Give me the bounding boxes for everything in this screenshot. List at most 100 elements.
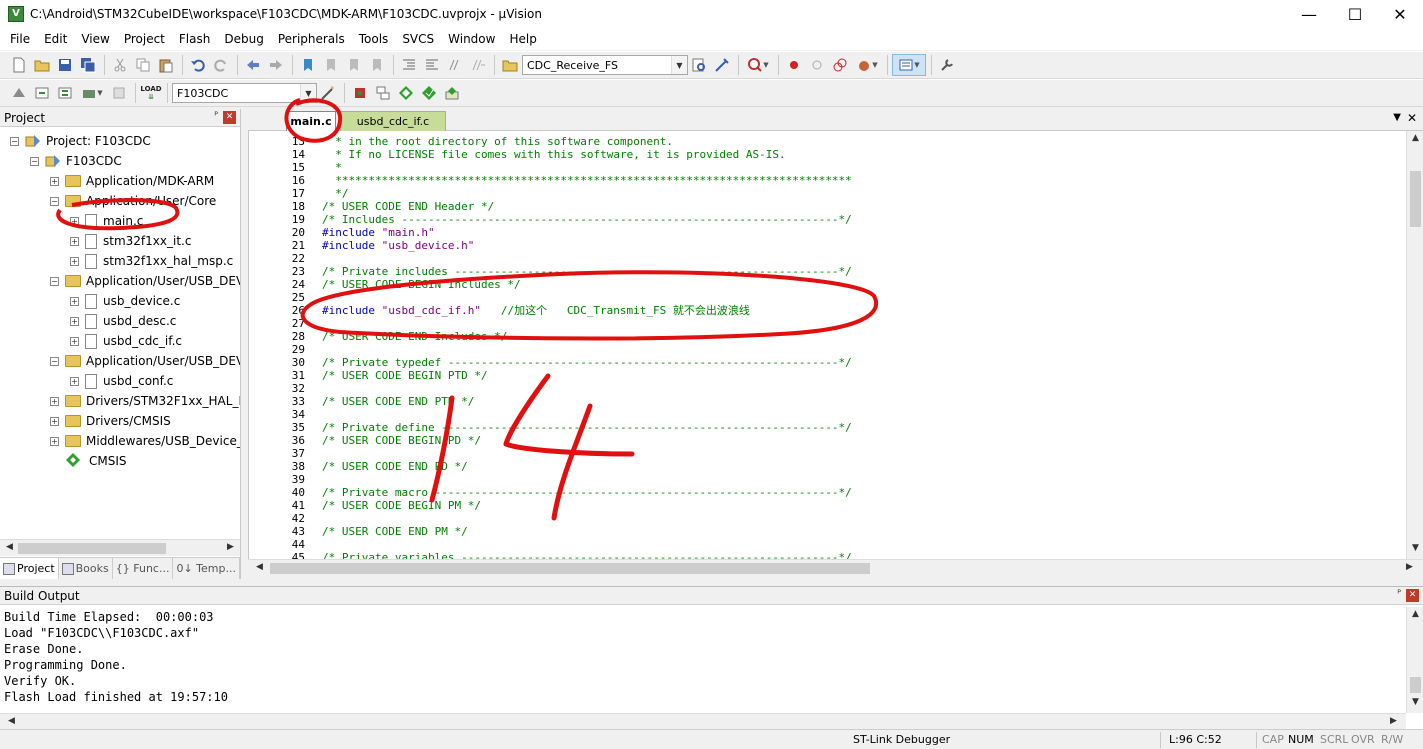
tree-item[interactable]: + Drivers/STM32F1xx_HAL_Driver bbox=[50, 391, 240, 411]
close-icon[interactable]: ✕ bbox=[223, 111, 236, 124]
close-icon[interactable]: ✕ bbox=[1406, 589, 1419, 602]
minimize-button[interactable]: — bbox=[1286, 0, 1332, 28]
save-all-icon[interactable] bbox=[77, 54, 99, 76]
indent-icon[interactable] bbox=[398, 54, 420, 76]
rebuild-icon[interactable] bbox=[54, 82, 76, 104]
build-vertical-scrollbar[interactable]: ▲ ▼ bbox=[1406, 607, 1423, 713]
breakpoint-icon[interactable] bbox=[783, 54, 805, 76]
build-icon[interactable] bbox=[31, 82, 53, 104]
paste-icon[interactable] bbox=[155, 54, 177, 76]
redo-icon[interactable] bbox=[210, 54, 232, 76]
expand-icon[interactable]: + bbox=[50, 396, 59, 406]
scroll-up-icon[interactable]: ▲ bbox=[1408, 133, 1423, 143]
scroll-up-icon[interactable]: ▲ bbox=[1408, 609, 1423, 619]
expand-icon[interactable]: + bbox=[50, 176, 59, 186]
tree-item[interactable]: + stm32f1xx_it.c bbox=[70, 231, 191, 251]
collapse-icon[interactable]: − bbox=[10, 136, 19, 146]
collapse-icon[interactable]: − bbox=[50, 356, 59, 366]
tree-item[interactable]: + main.c bbox=[70, 211, 143, 231]
tree-item[interactable]: + usbd_conf.c bbox=[70, 371, 173, 391]
find-icon[interactable] bbox=[688, 54, 710, 76]
scroll-thumb[interactable] bbox=[1410, 171, 1421, 227]
editor-horizontal-scrollbar[interactable]: ◀ ▶ bbox=[248, 559, 1423, 576]
find-combo[interactable]: CDC_Receive_FS ▼ bbox=[522, 55, 688, 75]
menu-project[interactable]: Project bbox=[117, 28, 172, 50]
scroll-thumb[interactable] bbox=[18, 543, 166, 554]
menu-flash[interactable]: Flash bbox=[172, 28, 217, 50]
stop-build-icon[interactable] bbox=[108, 82, 130, 104]
menu-edit[interactable]: Edit bbox=[37, 28, 74, 50]
tree-item[interactable]: − Application/User/Core bbox=[50, 191, 216, 211]
tree-item[interactable]: CMSIS bbox=[50, 451, 127, 471]
expand-icon[interactable]: + bbox=[70, 256, 79, 266]
expand-icon[interactable]: + bbox=[50, 436, 59, 446]
find-in-files-icon[interactable] bbox=[499, 54, 521, 76]
tab-main-c[interactable]: main.c bbox=[286, 111, 336, 131]
pin-icon[interactable]: ᴾ bbox=[1397, 589, 1401, 600]
editor-vertical-scrollbar[interactable]: ▲ ▼ bbox=[1406, 131, 1423, 559]
tab-usbd-cdc-if-c[interactable]: usbd_cdc_if.c bbox=[340, 111, 446, 131]
menu-help[interactable]: Help bbox=[502, 28, 543, 50]
disable-all-breakpoints-icon[interactable] bbox=[829, 54, 851, 76]
manage-project-items-icon[interactable] bbox=[349, 82, 371, 104]
tree-item[interactable]: − F103CDC bbox=[30, 151, 122, 171]
build-horizontal-scrollbar[interactable]: ◀ ▶ bbox=[0, 713, 1406, 730]
window-layout-icon[interactable]: ▼ bbox=[892, 54, 926, 76]
kill-breakpoints-icon[interactable]: ▼ bbox=[852, 54, 882, 76]
tab-list-chevron-icon[interactable]: ▼ bbox=[1393, 112, 1401, 123]
navigate-back-icon[interactable] bbox=[242, 54, 264, 76]
new-file-icon[interactable] bbox=[8, 54, 30, 76]
tree-item[interactable]: + usbd_cdc_if.c bbox=[70, 331, 182, 351]
debug-session-icon[interactable]: ▼ bbox=[743, 54, 773, 76]
comment-icon[interactable] bbox=[444, 54, 466, 76]
close-editor-icon[interactable]: ✕ bbox=[1407, 111, 1417, 125]
copy-icon[interactable] bbox=[132, 54, 154, 76]
tab-books[interactable]: Books bbox=[59, 558, 113, 579]
expand-icon[interactable]: + bbox=[70, 216, 79, 226]
menu-view[interactable]: View bbox=[74, 28, 116, 50]
scroll-right-icon[interactable]: ▶ bbox=[1386, 716, 1401, 726]
scroll-down-icon[interactable]: ▼ bbox=[1408, 697, 1423, 707]
disable-breakpoint-icon[interactable] bbox=[806, 54, 828, 76]
expand-icon[interactable]: + bbox=[70, 296, 79, 306]
save-icon[interactable] bbox=[54, 54, 76, 76]
tab-functions[interactable]: {} Func... bbox=[113, 558, 174, 579]
scroll-down-icon[interactable]: ▼ bbox=[1408, 543, 1423, 553]
collapse-icon[interactable]: − bbox=[30, 156, 39, 166]
incremental-find-icon[interactable] bbox=[711, 54, 733, 76]
expand-icon[interactable]: + bbox=[70, 316, 79, 326]
tree-item[interactable]: + usb_device.c bbox=[70, 291, 180, 311]
prev-bookmark-icon[interactable] bbox=[320, 54, 342, 76]
tree-item[interactable]: + Application/MDK-ARM bbox=[50, 171, 214, 191]
menu-debug[interactable]: Debug bbox=[217, 28, 270, 50]
expand-icon[interactable]: + bbox=[70, 236, 79, 246]
scroll-right-icon[interactable]: ▶ bbox=[223, 542, 238, 552]
menu-peripherals[interactable]: Peripherals bbox=[271, 28, 352, 50]
horizontal-scrollbar[interactable]: ◀ ▶ bbox=[0, 539, 240, 556]
collapse-icon[interactable]: − bbox=[50, 276, 59, 286]
scroll-left-icon[interactable]: ◀ bbox=[252, 562, 267, 572]
translate-icon[interactable] bbox=[8, 82, 30, 104]
download-load-icon[interactable]: LOAD ⇊ bbox=[140, 82, 162, 104]
pack-installer-diamond-icon[interactable] bbox=[441, 82, 463, 104]
pack-installer-icon[interactable] bbox=[418, 82, 440, 104]
scroll-left-icon[interactable]: ◀ bbox=[2, 542, 17, 552]
tab-templates[interactable]: 0↓ Temp... bbox=[173, 558, 240, 579]
cut-icon[interactable] bbox=[109, 54, 131, 76]
tree-item[interactable]: + Middlewares/USB_Device_Library bbox=[50, 431, 240, 451]
open-folder-icon[interactable] bbox=[31, 54, 53, 76]
tree-item[interactable]: − Application/User/USB_DEVICE/Target bbox=[50, 351, 240, 371]
configure-wrench-icon[interactable] bbox=[936, 54, 958, 76]
uncomment-icon[interactable] bbox=[467, 54, 489, 76]
menu-svcs[interactable]: SVCS bbox=[395, 28, 441, 50]
close-button[interactable]: ✕ bbox=[1377, 0, 1423, 28]
code-editor[interactable]: 13 * in the root directory of this softw… bbox=[248, 131, 1423, 559]
collapse-icon[interactable]: − bbox=[50, 196, 59, 206]
undo-icon[interactable] bbox=[187, 54, 209, 76]
navigate-forward-icon[interactable] bbox=[265, 54, 287, 76]
scroll-thumb[interactable] bbox=[1410, 677, 1421, 693]
chevron-down-icon[interactable]: ▼ bbox=[300, 84, 316, 102]
expand-icon[interactable]: + bbox=[70, 376, 79, 386]
tree-item[interactable]: − Application/User/USB_DEVICE/App bbox=[50, 271, 240, 291]
tree-item[interactable]: − Project: F103CDC bbox=[10, 131, 151, 151]
